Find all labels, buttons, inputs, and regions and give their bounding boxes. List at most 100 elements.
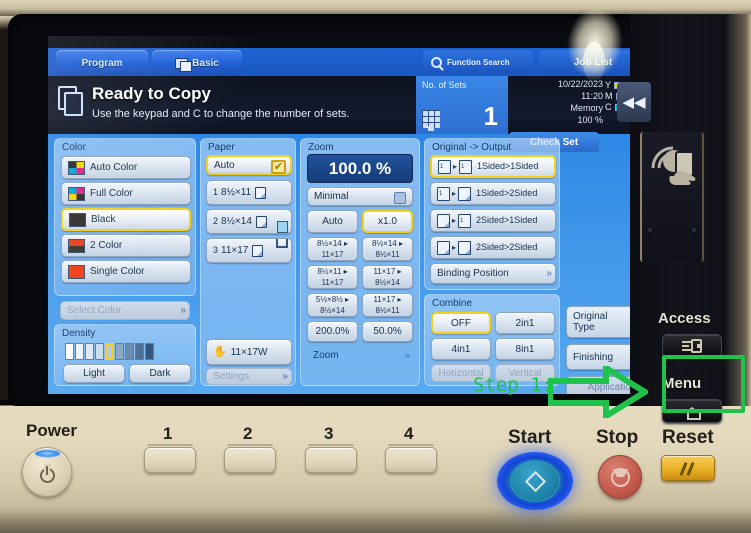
collapse-panel-icon[interactable]: ◀◀ <box>617 82 651 122</box>
key-4-label: 4 <box>404 424 414 443</box>
collapse-glyph: ◀◀ <box>622 94 646 111</box>
density-segment[interactable] <box>95 343 104 360</box>
duplex-1to1-button[interactable]: 1 ▸ 1 1Sided>1Sided <box>430 155 556 178</box>
stop-button[interactable] <box>598 455 642 499</box>
touchscreen[interactable]: Program Basic Function Search Job List R… <box>48 36 655 394</box>
tray-size: 8½×14 <box>221 216 252 227</box>
color-option-label: Auto Color <box>90 162 138 173</box>
combine-8in1-button[interactable]: 8in1 <box>495 338 555 360</box>
zoom-preset-3[interactable]: 8½×11 ▸ 11×17 <box>307 265 358 289</box>
color-group: Color Auto Color Full Color Black 2 Colo… <box>54 138 196 296</box>
tray-number: 3 <box>213 245 219 255</box>
combine-2in1-button[interactable]: 2in1 <box>495 312 555 334</box>
search-icon <box>431 56 442 68</box>
density-segment[interactable] <box>105 343 114 360</box>
color-option-full-color[interactable]: Full Color <box>61 182 191 205</box>
density-segment[interactable] <box>65 343 74 360</box>
function-search-label: Function Search <box>447 57 510 67</box>
hand-feed-icon: ✋ <box>213 345 227 358</box>
duplex-1sided-2sided-icon: 1 ▸ <box>435 185 472 202</box>
date-text: 10/22/2023 <box>557 79 603 89</box>
tab-basic[interactable]: Basic <box>152 50 242 76</box>
sets-value: 1 <box>483 101 498 131</box>
numbered-key-2[interactable] <box>224 444 276 473</box>
density-segment[interactable] <box>125 343 134 360</box>
paper-tray-2[interactable]: 2 8½×14 <box>206 209 292 234</box>
zoom-auto-button[interactable]: Auto <box>307 210 358 233</box>
toner-label-c: C <box>605 102 612 112</box>
paper-tray-1[interactable]: 1 8½×11 <box>206 180 292 205</box>
duplex-1to2-button[interactable]: 1 ▸ 1Sided>2Sided <box>430 182 556 205</box>
duplex-option-label: 2Sided>2Sided <box>476 242 538 252</box>
density-light-button[interactable]: Light <box>63 364 125 383</box>
reset-label: Reset <box>662 427 714 448</box>
density-dark-label: Dark <box>149 368 171 379</box>
paper-sheet-icon <box>255 186 267 199</box>
density-segment[interactable] <box>115 343 124 360</box>
zoom-value-text: 100.0 % <box>328 158 392 178</box>
density-dark-button[interactable]: Dark <box>129 364 191 383</box>
reset-button[interactable] <box>661 455 715 481</box>
zoom-x1-label: x1.0 <box>378 216 397 227</box>
zoom-minimal-button[interactable]: Minimal <box>307 187 413 206</box>
density-segment[interactable] <box>135 343 144 360</box>
combine-off-button[interactable]: OFF <box>431 312 491 334</box>
power-led-icon <box>35 450 60 457</box>
power-button[interactable]: ∞ <box>22 447 72 497</box>
card-reader-plate[interactable] <box>640 132 704 262</box>
binding-position-button[interactable]: Binding Position » <box>430 263 556 284</box>
density-segment[interactable] <box>145 343 154 360</box>
number-of-sets[interactable]: No. of Sets 1 <box>416 76 508 134</box>
chevron-right-icon: » <box>546 268 551 279</box>
single-color-swatch-icon <box>68 264 85 279</box>
duplex-1sided-1sided-icon: 1 ▸ 1 <box>436 158 473 175</box>
duplex-group-title: Original -> Output <box>432 142 512 153</box>
duplex-2to2-button[interactable]: ▸ 2Sided>2Sided <box>430 236 556 259</box>
zoom-preset-5[interactable]: 5½×8½ ▸ 8½×14 <box>307 293 358 317</box>
paper-settings-button[interactable]: Settings » <box>206 368 292 385</box>
menu-highlight-box <box>662 355 745 413</box>
function-search-button[interactable]: Function Search <box>423 50 533 74</box>
duplex-2to1-button[interactable]: ▸ 1 2Sided>1Sided <box>430 209 556 232</box>
zoom-preset-1[interactable]: 8½×14 ▸ 11×17 <box>307 237 358 261</box>
combine-4in1-button[interactable]: 4in1 <box>431 338 491 360</box>
zoom-200-button[interactable]: 200.0% <box>307 321 358 342</box>
numbered-key-1[interactable] <box>144 444 196 473</box>
duplex-option-label: 1Sided>2Sided <box>476 188 538 198</box>
color-option-2-color[interactable]: 2 Color <box>61 234 191 257</box>
color-option-single-color[interactable]: Single Color <box>61 260 191 283</box>
paper-bypass-tray[interactable]: ✋ 11×17W <box>206 339 292 365</box>
select-color-button[interactable]: Select Color » <box>60 301 190 320</box>
density-slider[interactable] <box>65 343 154 360</box>
numbered-key-3[interactable] <box>305 444 357 473</box>
zoom-more-button[interactable]: Zoom » <box>307 346 413 364</box>
start-button[interactable] <box>497 452 573 510</box>
duplex-2sided-1sided-icon: ▸ 1 <box>437 212 472 229</box>
numbered-key-4[interactable] <box>385 444 437 473</box>
keypad-icon <box>422 110 440 131</box>
zoom-preset-6[interactable]: 11×17 ▸ 8½×11 <box>362 293 413 317</box>
tray-empty-icon <box>276 239 288 248</box>
density-segment[interactable] <box>85 343 94 360</box>
color-option-auto-color[interactable]: Auto Color <box>61 156 191 179</box>
zoom-50-button[interactable]: 50.0% <box>362 321 413 342</box>
zoom-preset-label: 8½×14 ▸ 8½×11 <box>372 239 403 259</box>
density-segment[interactable] <box>75 343 84 360</box>
color-option-label: 2 Color <box>90 240 123 251</box>
paper-auto-button[interactable]: Auto ✔ <box>206 155 292 175</box>
zoom-preset-2[interactable]: 8½×14 ▸ 8½×11 <box>362 237 413 261</box>
two-color-swatch-icon <box>68 238 85 253</box>
tab-program[interactable]: Program <box>56 50 148 76</box>
color-option-black[interactable]: Black <box>61 208 191 231</box>
zoom-x1-button[interactable]: x1.0 <box>362 210 413 233</box>
chevron-right-icon: » <box>180 305 185 316</box>
paper-tray-3[interactable]: 3 11×17 <box>206 238 292 263</box>
toner-label-m: M <box>605 91 613 101</box>
tray-size: 8½×11 <box>221 187 252 198</box>
color-option-label: Black <box>91 214 116 225</box>
zoom-preset-label: 11×17 ▸ 8½×14 <box>373 267 402 287</box>
status-meta: 10/22/2023 11:20 Memory 100 % <box>558 78 603 126</box>
combine-group-title: Combine <box>432 298 473 309</box>
copy-document-icon <box>58 86 84 116</box>
zoom-preset-4[interactable]: 11×17 ▸ 8½×14 <box>362 265 413 289</box>
